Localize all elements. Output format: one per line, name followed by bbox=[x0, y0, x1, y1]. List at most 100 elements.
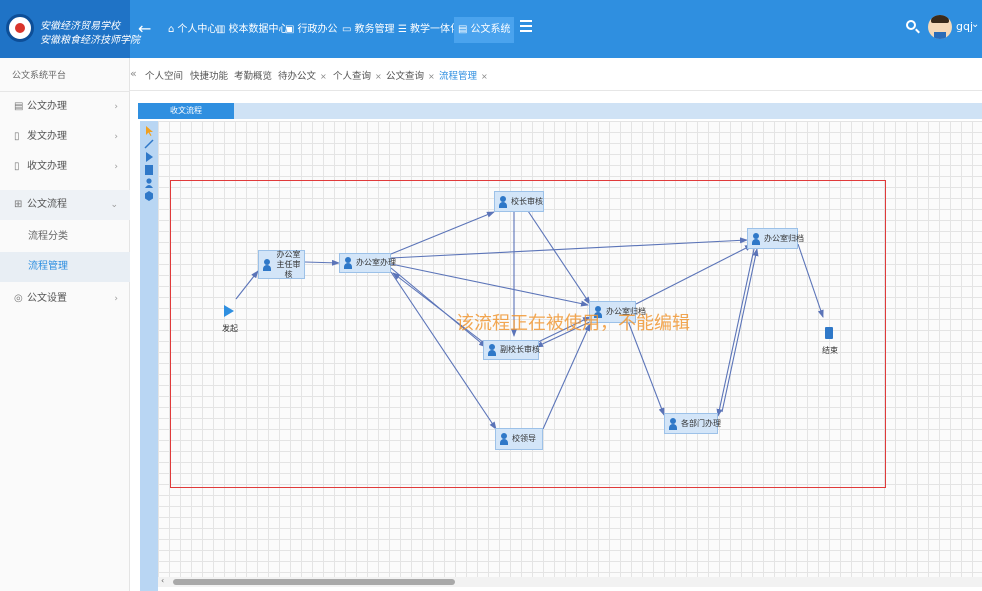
send-doc-icon: ▯ bbox=[14, 131, 20, 142]
nav-admin-office[interactable]: ▣ 行政办公 bbox=[281, 17, 341, 43]
node-label: 各部门办理 bbox=[681, 418, 721, 428]
edge-file2-to-file bbox=[635, 244, 753, 305]
end-node-tool-icon[interactable] bbox=[144, 165, 154, 175]
scrollbar-thumb[interactable] bbox=[173, 579, 455, 585]
tab-personal-space[interactable]: 个人空间 bbox=[145, 68, 183, 82]
sidebar-item-receive-doc[interactable]: ▯ 收文办理 › bbox=[0, 152, 130, 182]
user-task-icon bbox=[500, 433, 508, 445]
close-icon[interactable]: × bbox=[375, 72, 382, 81]
node-vice-principal-review[interactable]: 副校长审核 bbox=[483, 340, 540, 360]
school-emblem-icon bbox=[6, 14, 34, 42]
user-task-icon bbox=[499, 195, 507, 208]
edge-office-to-file bbox=[390, 237, 748, 259]
end-node-icon[interactable] bbox=[825, 327, 833, 339]
sidebar-subitem-flow-management[interactable]: 流程管理 bbox=[0, 252, 130, 282]
sidebar-item-label: 公文办理 bbox=[27, 101, 67, 112]
edge-director-to-office bbox=[304, 259, 340, 266]
edge-office-to-principal bbox=[390, 211, 495, 255]
user-task-icon bbox=[344, 257, 352, 269]
node-office-handle[interactable]: 办公室办理 bbox=[339, 253, 396, 273]
node-principal-review[interactable]: 校长审核 bbox=[494, 191, 544, 212]
subflow-tool-icon[interactable] bbox=[144, 191, 154, 201]
nav-academic-affairs[interactable]: ▭ 教务管理 bbox=[338, 17, 398, 43]
flow-designer-canvas[interactable]: 发起 办公室主任审核 办公室办理 校长审核 副校长审核 校领导 办公室归档 办公… bbox=[158, 121, 982, 577]
tab-doc-query[interactable]: 公文查询 × bbox=[386, 68, 435, 82]
logo-text-line2: 安徽粮食经济技师学院 bbox=[40, 35, 140, 46]
line-tool-icon[interactable] bbox=[144, 139, 154, 149]
node-office-director[interactable]: 办公室主任审核 bbox=[258, 250, 305, 279]
sidebar-item-label: 公文设置 bbox=[27, 293, 67, 304]
start-node-label: 发起 bbox=[222, 324, 238, 333]
edge-file2-to-dept bbox=[627, 320, 665, 416]
nav-label: 校本数据中心 bbox=[228, 24, 289, 35]
nav-label: 教务管理 bbox=[354, 24, 395, 35]
home-icon: ⌂ bbox=[168, 24, 175, 35]
sidebar-item-doc-settings[interactable]: ◎ 公文设置 › bbox=[0, 284, 130, 314]
back-arrow-icon[interactable]: ← bbox=[138, 19, 151, 38]
chevron-right-icon: › bbox=[114, 102, 118, 112]
node-office-file[interactable]: 办公室归档 bbox=[747, 228, 804, 249]
tab-scroll-left-icon[interactable]: « bbox=[130, 67, 137, 80]
sidebar-item-label: 公文流程 bbox=[27, 199, 67, 210]
edge-office-to-file2 bbox=[390, 263, 589, 307]
pointer-tool-icon[interactable] bbox=[144, 126, 154, 136]
edge-start-to-director bbox=[235, 270, 259, 300]
start-node-icon[interactable] bbox=[224, 305, 234, 317]
node-label: 办公室主任审核 bbox=[276, 249, 301, 279]
search-icon[interactable] bbox=[906, 20, 916, 30]
user-task-icon bbox=[263, 258, 271, 271]
chevron-down-icon[interactable]: ⌄ bbox=[971, 19, 979, 30]
chevron-right-icon: › bbox=[114, 132, 118, 142]
close-icon[interactable]: × bbox=[320, 72, 327, 81]
receive-doc-icon: ▯ bbox=[14, 161, 20, 172]
end-node-label: 结束 bbox=[822, 346, 838, 355]
scroll-left-arrow-icon[interactable]: ‹ bbox=[161, 576, 164, 585]
flow-edges bbox=[235, 210, 824, 430]
tab-attendance-overview[interactable]: 考勤概览 bbox=[234, 68, 272, 82]
tab-personal-query[interactable]: 个人查询 × bbox=[333, 68, 382, 82]
sidebar-item-doc-flow[interactable]: ⊞ 公文流程 ⌄ bbox=[0, 190, 130, 220]
sidebar-subitem-flow-category[interactable]: 流程分类 bbox=[0, 222, 130, 252]
menu-icon[interactable] bbox=[520, 20, 532, 32]
school-logo[interactable]: 安徽经济贸易学校 安徽粮食经济技师学院 bbox=[0, 0, 140, 58]
document-icon: ▤ bbox=[14, 101, 24, 112]
edge-dept-to-file bbox=[721, 248, 759, 413]
flow-icon: ⊞ bbox=[14, 199, 23, 210]
tab-quick-functions[interactable]: 快捷功能 bbox=[190, 68, 228, 82]
start-node-tool-icon[interactable] bbox=[144, 152, 154, 162]
tab-flow-management[interactable]: 流程管理 × bbox=[439, 68, 488, 82]
nav-label: 教学一体化 bbox=[409, 24, 460, 35]
tab-label: 公文查询 bbox=[386, 71, 425, 82]
sidebar-title: 公文系统平台 bbox=[12, 71, 67, 81]
sidebar-item-label: 收文办理 bbox=[27, 161, 67, 172]
node-label: 办公室归档 bbox=[764, 233, 804, 243]
edge-leader-to-file2 bbox=[542, 323, 591, 430]
logo-text-line1: 安徽经济贸易学校 bbox=[40, 21, 120, 32]
tab-label: 个人空间 bbox=[145, 71, 184, 82]
edge-office-to-leader bbox=[390, 271, 497, 430]
sidebar-item-send-doc[interactable]: ▯ 发文办理 › bbox=[0, 122, 130, 152]
close-icon[interactable]: × bbox=[428, 72, 435, 81]
tab-pending-docs[interactable]: 待办公文 × bbox=[278, 68, 327, 82]
chart-icon: ▥ bbox=[216, 24, 226, 35]
node-label: 校长审核 bbox=[511, 196, 543, 206]
flow-toolbox bbox=[140, 121, 158, 591]
node-label: 副校长审核 bbox=[500, 345, 540, 354]
chevron-right-icon: › bbox=[114, 162, 118, 172]
horizontal-scrollbar[interactable]: ‹ bbox=[158, 576, 982, 587]
panel-tab-receive-flow[interactable]: 收文流程 bbox=[138, 103, 234, 119]
panel-header: 收文流程 bbox=[138, 103, 982, 119]
top-navbar: 安徽经济贸易学校 安徽粮食经济技师学院 ← ⌂ 个人中心 ▥ 校本数据中心 ▣ 行政办… bbox=[0, 0, 982, 58]
task-node-tool-icon[interactable] bbox=[144, 178, 154, 188]
nav-label: 行政办公 bbox=[297, 24, 338, 35]
settings-icon: ◎ bbox=[14, 293, 23, 304]
avatar[interactable] bbox=[928, 15, 952, 39]
node-school-leader[interactable]: 校领导 bbox=[495, 428, 543, 450]
close-icon[interactable]: × bbox=[481, 72, 488, 81]
tab-strip: « 个人空间 快捷功能 考勤概览 待办公文 × 个人查询 × 公文查询 × 流程管理 × bbox=[130, 58, 982, 91]
sidebar: 公文系统平台 ▤ 公文办理 › ▯ 发文办理 › ▯ 收文办理 › ⊞ 公文流程 ⌄ 流… bbox=[0, 58, 130, 591]
edge-file-to-end bbox=[797, 243, 824, 318]
node-dept-handle[interactable]: 各部门办理 bbox=[664, 413, 721, 434]
sidebar-item-document-handling[interactable]: ▤ 公文办理 › bbox=[0, 92, 130, 122]
nav-document-system[interactable]: ▤ 公文系统 bbox=[454, 17, 515, 43]
